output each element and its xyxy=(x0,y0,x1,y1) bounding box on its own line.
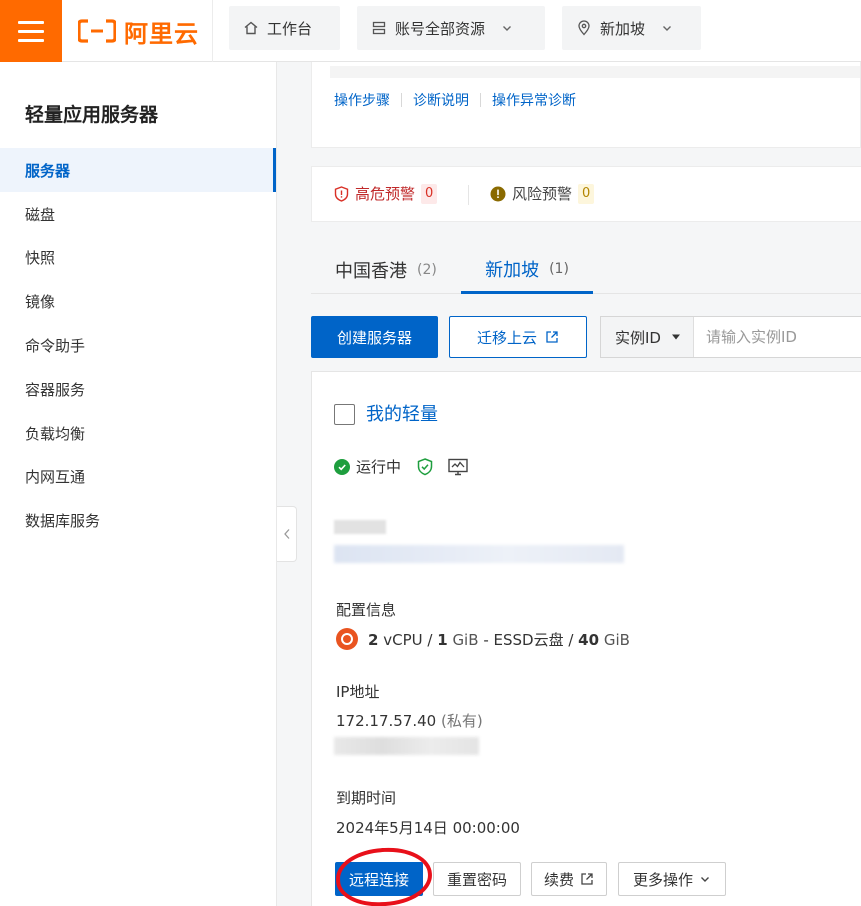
tab-hongkong[interactable]: 中国香港 (2) xyxy=(333,246,439,294)
config-label: 配置信息 xyxy=(336,601,397,619)
hamburger-menu-button[interactable] xyxy=(0,0,62,62)
config-specs: 2 vCPU / 1 GiB - ESSD云盘 / 40 GiB xyxy=(336,628,630,650)
high-risk-count: 0 xyxy=(421,183,438,204)
migrate-label: 迁移上云 xyxy=(476,328,537,347)
more-actions-dropdown[interactable]: 更多操作 xyxy=(618,862,726,896)
renew-label: 续费 xyxy=(543,870,574,889)
link-divider xyxy=(401,93,402,107)
alerts-divider xyxy=(468,185,469,205)
redacted-text xyxy=(334,520,386,534)
sidebar-item-servers[interactable]: 服务器 xyxy=(0,148,276,192)
create-server-button[interactable]: 创建服务器 xyxy=(311,316,438,358)
sidebar-item-images[interactable]: 镜像 xyxy=(0,279,276,323)
risk-label: 风险预警 xyxy=(512,185,573,203)
resources-label: 账号全部资源 xyxy=(395,19,486,38)
sidebar-item-intranet[interactable]: 内网互通 xyxy=(0,454,276,498)
redacted-area xyxy=(330,66,860,78)
diagnosis-card: 操作步骤 诊断说明 操作异常诊断 xyxy=(311,62,861,148)
workbench-button[interactable]: 工作台 xyxy=(229,6,340,50)
external-link-icon xyxy=(581,873,593,885)
diagnosis-links: 操作步骤 诊断说明 操作异常诊断 xyxy=(334,90,576,110)
tab-label: 中国香港 xyxy=(335,261,407,282)
ubuntu-icon xyxy=(336,628,358,650)
security-shield-icon[interactable] xyxy=(415,457,435,477)
abnormal-diagnosis-link[interactable]: 操作异常诊断 xyxy=(492,90,576,110)
migrate-to-cloud-button[interactable]: 迁移上云 xyxy=(449,316,587,358)
high-risk-alert[interactable]: 高危预警 0 xyxy=(334,183,438,204)
chevron-down-icon xyxy=(701,877,709,882)
tab-count: (2) xyxy=(417,262,437,278)
sidebar-item-load-balancer[interactable]: 负载均衡 xyxy=(0,411,276,455)
expire-time: 2024年5月14日 00:00:00 xyxy=(336,819,520,837)
tab-singapore[interactable]: 新加坡 (1) xyxy=(461,246,593,294)
aliyun-logo[interactable]: 阿里云 xyxy=(78,14,199,48)
monitor-icon[interactable] xyxy=(447,457,469,477)
location-pin-icon xyxy=(578,20,590,36)
menu-line xyxy=(18,29,44,33)
region-label: 新加坡 xyxy=(600,19,646,38)
server-stack-icon xyxy=(372,21,386,35)
chevron-down-icon xyxy=(503,26,512,31)
sidebar-item-snapshots[interactable]: 快照 xyxy=(0,235,276,279)
diagnosis-explain-link[interactable]: 诊断说明 xyxy=(413,90,469,110)
instance-search: 实例ID xyxy=(600,316,861,358)
redacted-text xyxy=(334,737,479,755)
warning-circle-icon xyxy=(490,186,506,201)
aliyun-logo-icon xyxy=(78,19,116,43)
menu-line xyxy=(18,38,44,42)
logo-text: 阿里云 xyxy=(124,19,199,48)
server-select-checkbox[interactable] xyxy=(334,404,355,425)
server-card: 我的轻量 运行中 配置信息 2 vCPU / 1 GiB - ESSD云盘 / … xyxy=(311,371,861,906)
risk-count: 0 xyxy=(578,183,595,204)
region-dropdown[interactable]: 新加坡 xyxy=(562,6,701,50)
sidebar-item-database[interactable]: 数据库服务 xyxy=(0,498,276,542)
expire-label: 到期时间 xyxy=(336,789,397,807)
tab-count: (1) xyxy=(549,260,569,277)
high-risk-label: 高危预警 xyxy=(355,185,416,203)
workbench-label: 工作台 xyxy=(267,19,313,38)
status-text: 运行中 xyxy=(356,458,402,476)
reset-password-button[interactable]: 重置密码 xyxy=(433,862,521,896)
sidebar: 轻量应用服务器 服务器 磁盘 快照 镜像 命令助手 容器服务 负载均衡 内网互通… xyxy=(0,62,277,906)
operation-steps-link[interactable]: 操作步骤 xyxy=(334,90,390,110)
remote-connect-button[interactable]: 远程连接 xyxy=(335,862,423,896)
chevron-left-icon xyxy=(283,529,289,539)
caret-down-icon xyxy=(671,334,680,340)
chevron-down-icon xyxy=(663,26,672,31)
shield-alert-icon xyxy=(334,185,349,202)
ip-label: IP地址 xyxy=(336,683,380,701)
link-divider xyxy=(480,93,481,107)
sidebar-item-container-service[interactable]: 容器服务 xyxy=(0,367,276,411)
ip-address: 172.17.57.40 (私有) xyxy=(336,712,483,730)
logo-divider xyxy=(212,0,213,62)
region-tabs: 中国香港 (2) 新加坡 (1) xyxy=(311,246,861,294)
sidebar-title: 轻量应用服务器 xyxy=(25,104,159,126)
spec-text: 2 vCPU / 1 GiB - ESSD云盘 / 40 GiB xyxy=(368,630,630,649)
search-select-label: 实例ID xyxy=(615,328,661,347)
tab-label: 新加坡 xyxy=(485,259,540,281)
external-link-icon xyxy=(546,331,558,343)
risk-alert[interactable]: 风险预警 0 xyxy=(490,183,595,204)
alerts-card: 高危预警 0 风险预警 0 xyxy=(311,166,861,222)
more-actions-label: 更多操作 xyxy=(632,870,693,889)
sidebar-item-disks[interactable]: 磁盘 xyxy=(0,192,276,236)
running-status-icon xyxy=(334,458,350,475)
home-icon xyxy=(244,21,258,35)
server-status: 运行中 xyxy=(334,456,469,477)
server-name-link[interactable]: 我的轻量 xyxy=(366,400,438,426)
menu-line xyxy=(18,20,44,24)
sidebar-item-command-assistant[interactable]: 命令助手 xyxy=(0,323,276,367)
sidebar-collapse-button[interactable] xyxy=(277,506,297,562)
renew-button[interactable]: 续费 xyxy=(531,862,607,896)
top-navigation-bar: 阿里云 工作台 账号全部资源 新加坡 xyxy=(0,0,861,62)
redacted-text xyxy=(334,545,624,563)
instance-id-input[interactable] xyxy=(693,328,844,346)
account-resources-dropdown[interactable]: 账号全部资源 xyxy=(357,6,545,50)
search-field-select[interactable]: 实例ID xyxy=(601,317,694,357)
